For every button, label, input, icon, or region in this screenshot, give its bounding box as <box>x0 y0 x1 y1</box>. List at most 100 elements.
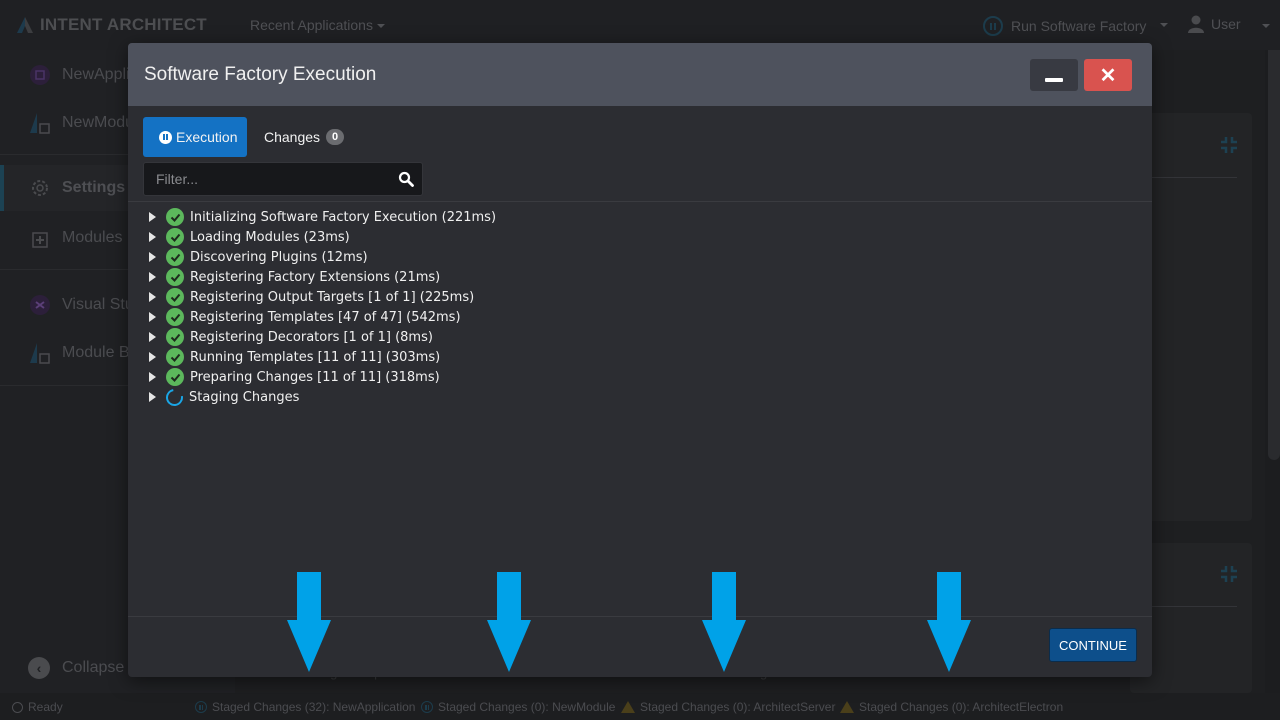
execution-step[interactable]: Staging Changes <box>149 385 496 409</box>
expand-triangle-icon[interactable] <box>149 372 156 382</box>
tab-changes[interactable]: Changes 0 <box>264 117 345 157</box>
expand-triangle-icon[interactable] <box>149 272 156 282</box>
spinner-icon <box>162 385 187 409</box>
minimize-icon <box>1045 78 1063 82</box>
execution-steps-tree: Initializing Software Factory Execution … <box>149 207 496 409</box>
expand-triangle-icon[interactable] <box>149 212 156 222</box>
close-icon: ✕ <box>1099 64 1117 87</box>
status-item-label: Staged Changes (32): NewApplication <box>212 700 416 714</box>
status-item-label: Staged Changes (0): ArchitectElectron <box>859 700 1064 714</box>
dialog-title: Software Factory Execution <box>144 64 377 85</box>
check-circle-icon <box>166 268 184 286</box>
execution-step[interactable]: Loading Modules (23ms) <box>149 227 496 247</box>
run-software-factory-button[interactable]: Run Software Factory <box>983 16 1146 36</box>
run-software-factory-label: Run Software Factory <box>1011 18 1147 34</box>
module-package-icon <box>28 111 52 135</box>
expand-triangle-icon[interactable] <box>149 392 156 402</box>
filter-input[interactable] <box>144 163 384 195</box>
dialog-header: Software Factory Execution ✕ <box>128 43 1152 106</box>
minimize-button[interactable] <box>1030 59 1078 91</box>
pause-circle-icon <box>159 130 172 144</box>
execution-step-label: Registering Output Targets [1 of 1] (225… <box>190 289 475 305</box>
chevron-left-icon: ‹ <box>28 657 50 679</box>
solution-cube-icon <box>28 63 52 87</box>
check-circle-icon <box>166 288 184 306</box>
execution-step[interactable]: Discovering Plugins (12ms) <box>149 247 496 267</box>
changes-count-badge: 0 <box>326 129 345 145</box>
status-item-label: Staged Changes (0): ArchitectServer <box>640 700 836 714</box>
status-staged-architectserver[interactable]: Staged Changes (0): ArchitectServer <box>621 700 835 714</box>
execution-step[interactable]: Registering Templates [47 of 47] (542ms) <box>149 307 496 327</box>
search-icon[interactable] <box>398 171 414 187</box>
execution-step-label: Loading Modules (23ms) <box>190 229 350 245</box>
close-button[interactable]: ✕ <box>1084 59 1132 91</box>
status-staged-newmodule[interactable]: Staged Changes (0): NewModule <box>421 700 615 714</box>
annotation-arrow-icon <box>487 572 531 672</box>
execution-step-label: Initializing Software Factory Execution … <box>190 209 497 225</box>
run-options-caret-icon[interactable] <box>1160 23 1168 27</box>
intent-architect-app: INTENT ARCHITECT Recent Applications Run… <box>0 0 1280 720</box>
visual-studio-icon <box>28 293 52 317</box>
status-item-label: Staged Changes (0): NewModule <box>438 700 616 714</box>
status-ready: Ready <box>12 700 63 714</box>
collapse-label: Collapse <box>62 659 125 676</box>
expand-triangle-icon[interactable] <box>149 292 156 302</box>
expand-triangle-icon[interactable] <box>149 312 156 322</box>
annotation-arrow-icon <box>287 572 331 672</box>
recent-applications-menu[interactable]: Recent Applications <box>250 17 385 33</box>
tree-divider <box>128 201 1152 202</box>
user-icon <box>1188 15 1204 33</box>
warning-icon <box>840 701 854 713</box>
expand-triangle-icon[interactable] <box>149 352 156 362</box>
software-factory-execution-dialog: Software Factory Execution ✕ Execution C… <box>128 43 1152 677</box>
execution-step[interactable]: Registering Decorators [1 of 1] (8ms) <box>149 327 496 347</box>
user-label: User <box>1211 16 1241 32</box>
execution-step[interactable]: Registering Factory Extensions (21ms) <box>149 267 496 287</box>
user-menu[interactable]: User <box>1187 15 1241 33</box>
status-ring-icon <box>12 701 23 713</box>
brand-name: INTENT ARCHITECT <box>40 15 207 34</box>
user-caret-icon[interactable] <box>1262 24 1270 28</box>
execution-step[interactable]: Running Templates [11 of 11] (303ms) <box>149 347 496 367</box>
check-circle-icon <box>166 308 184 326</box>
brand-logo[interactable]: INTENT ARCHITECT <box>16 15 207 35</box>
annotation-arrow-icon <box>702 572 746 672</box>
expand-triangle-icon[interactable] <box>149 332 156 342</box>
check-circle-icon <box>166 368 184 386</box>
intent-logo-icon <box>17 17 33 33</box>
tab-label: Execution <box>176 129 238 145</box>
compress-icon[interactable] <box>1220 565 1238 583</box>
recent-applications-label: Recent Applications <box>250 17 373 33</box>
tab-execution[interactable]: Execution <box>143 117 247 157</box>
check-circle-icon <box>166 248 184 266</box>
annotation-arrow-icon <box>927 572 971 672</box>
module-builder-icon <box>28 341 52 365</box>
execution-step-label: Registering Decorators [1 of 1] (8ms) <box>190 329 433 345</box>
pause-circle-icon <box>421 701 433 713</box>
status-staged-architectelectron[interactable]: Staged Changes (0): ArchitectElectron <box>840 700 1063 714</box>
check-circle-icon <box>166 208 184 226</box>
execution-step[interactable]: Preparing Changes [11 of 11] (318ms) <box>149 367 496 387</box>
collapse-sidebar-button[interactable]: ‹ Collapse <box>28 657 124 679</box>
execution-step[interactable]: Registering Output Targets [1 of 1] (225… <box>149 287 496 307</box>
caret-down-icon <box>376 24 385 29</box>
execution-step-label: Registering Factory Extensions (21ms) <box>190 269 441 285</box>
tab-label: Changes <box>264 129 321 145</box>
warning-icon <box>621 701 635 713</box>
status-ready-label: Ready <box>28 700 63 714</box>
sidebar-item-label: Settings <box>62 179 126 196</box>
check-circle-icon <box>166 348 184 366</box>
vertical-scrollbar[interactable] <box>1268 50 1280 460</box>
execution-step-label: Discovering Plugins (12ms) <box>190 249 368 265</box>
gear-icon <box>28 176 52 200</box>
execution-step-label: Running Templates [11 of 11] (303ms) <box>190 349 441 365</box>
puzzle-plus-icon <box>28 226 52 250</box>
expand-triangle-icon[interactable] <box>149 252 156 262</box>
expand-triangle-icon[interactable] <box>149 232 156 242</box>
continue-button[interactable]: CONTINUE <box>1049 628 1137 662</box>
execution-step[interactable]: Initializing Software Factory Execution … <box>149 207 496 227</box>
footer-divider <box>128 616 1152 617</box>
status-bar: Ready Staged Changes (32): NewApplicatio… <box>0 693 1280 720</box>
status-staged-newapplication[interactable]: Staged Changes (32): NewApplication <box>195 700 415 714</box>
compress-icon[interactable] <box>1220 136 1238 154</box>
